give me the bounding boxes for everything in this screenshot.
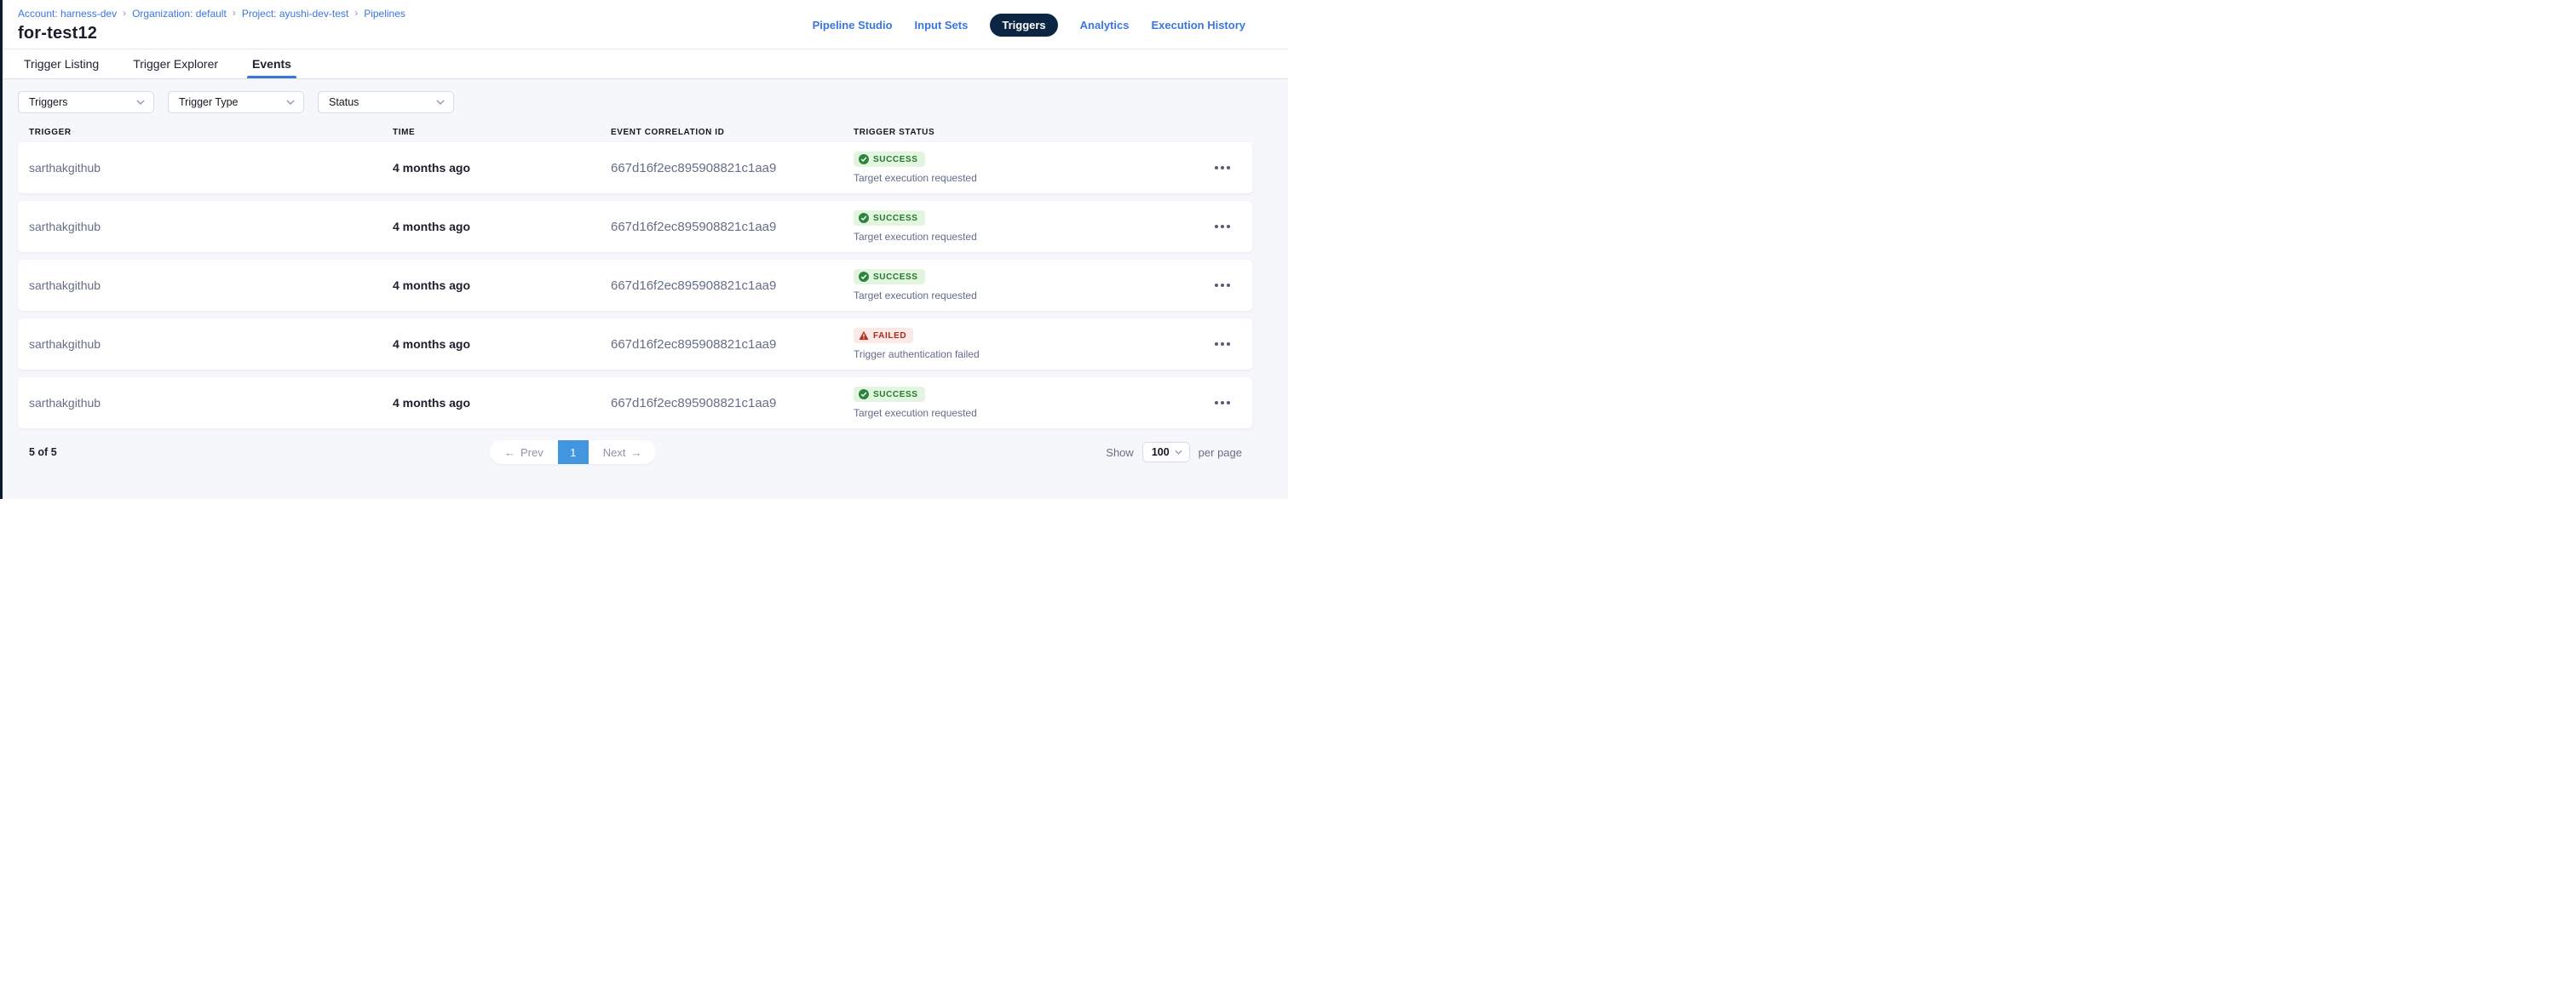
result-count: 5 of 5 — [29, 446, 57, 458]
nav-item-triggers[interactable]: Triggers — [990, 14, 1057, 37]
status-badge: FAILED — [854, 328, 913, 343]
page-number-button[interactable]: 1 — [558, 440, 589, 464]
pipeline-top-nav: Pipeline Studio Input Sets Triggers Anal… — [813, 14, 1245, 37]
check-circle-icon — [859, 389, 869, 399]
table-row: sarthakgithub 4 months ago 667d16f2ec895… — [18, 142, 1252, 193]
trigger-name: sarthakgithub — [29, 396, 393, 410]
status-label: SUCCESS — [873, 390, 918, 399]
tab-events[interactable]: Events — [252, 49, 291, 78]
page-size-control: Show 100 per page — [1106, 442, 1242, 462]
nav-item-execution-history[interactable]: Execution History — [1151, 19, 1245, 32]
tab-trigger-listing[interactable]: Trigger Listing — [24, 49, 99, 78]
event-correlation-id: 667d16f2ec895908821c1aa9 — [611, 396, 854, 410]
table-header-row: TRIGGER TIME EVENT CORRELATION ID TRIGGE… — [18, 128, 1252, 137]
status-badge: SUCCESS — [854, 210, 925, 226]
table-row: sarthakgithub 4 months ago 667d16f2ec895… — [18, 318, 1252, 370]
breadcrumb-link-organization[interactable]: Organization: default — [132, 8, 227, 20]
row-more-options-icon[interactable] — [1213, 220, 1232, 233]
per-page-label: per page — [1199, 446, 1242, 459]
event-time: 4 months ago — [393, 278, 611, 292]
nav-item-input-sets[interactable]: Input Sets — [915, 19, 969, 32]
trigger-tabs: Trigger Listing Trigger Explorer Events — [0, 49, 1288, 79]
status-label: SUCCESS — [873, 272, 918, 282]
column-header-time: TIME — [393, 128, 611, 137]
trigger-name: sarthakgithub — [29, 278, 393, 292]
pagination: ← Prev 1 Next → — [490, 440, 656, 464]
row-more-options-icon[interactable] — [1213, 278, 1232, 292]
breadcrumb-separator-icon: › — [123, 7, 126, 19]
trigger-status-cell: SUCCESS Target execution requested — [854, 210, 1201, 243]
trigger-name: sarthakgithub — [29, 220, 393, 233]
chevron-down-icon — [436, 100, 445, 105]
table-footer: 5 of 5 ← Prev 1 Next → Show 100 per page — [0, 440, 1288, 464]
status-message: Target execution requested — [854, 407, 977, 419]
events-content: Triggers Trigger Type Status TRIGGER TIM… — [0, 79, 1288, 499]
nav-item-pipeline-studio[interactable]: Pipeline Studio — [813, 19, 893, 32]
event-correlation-id: 667d16f2ec895908821c1aa9 — [611, 161, 854, 175]
breadcrumb-link-account[interactable]: Account: harness-dev — [18, 8, 117, 20]
breadcrumb-separator-icon: › — [233, 7, 236, 19]
status-message: Target execution requested — [854, 231, 977, 243]
table-row: sarthakgithub 4 months ago 667d16f2ec895… — [18, 201, 1252, 252]
event-time: 4 months ago — [393, 220, 611, 233]
breadcrumb-link-pipelines[interactable]: Pipelines — [364, 8, 405, 20]
event-correlation-id: 667d16f2ec895908821c1aa9 — [611, 278, 854, 293]
column-header-event-correlation-id: EVENT CORRELATION ID — [611, 128, 854, 137]
triggers-filter-label: Triggers — [29, 96, 67, 108]
status-label: FAILED — [873, 331, 906, 341]
chevron-down-icon — [136, 100, 145, 105]
row-more-options-icon[interactable] — [1213, 161, 1232, 175]
trigger-status-cell: SUCCESS Target execution requested — [854, 387, 1201, 419]
status-badge: SUCCESS — [854, 387, 925, 402]
status-message: Target execution requested — [854, 290, 977, 301]
triggers-filter-dropdown[interactable]: Triggers — [18, 91, 154, 113]
trigger-name: sarthakgithub — [29, 161, 393, 175]
filter-bar: Triggers Trigger Type Status — [0, 91, 1288, 113]
page-size-value: 100 — [1152, 446, 1170, 458]
chevron-down-icon — [286, 100, 295, 105]
event-correlation-id: 667d16f2ec895908821c1aa9 — [611, 220, 854, 234]
chevron-down-icon — [1175, 450, 1182, 455]
trigger-status-cell: FAILED Trigger authentication failed — [854, 328, 1201, 360]
status-label: SUCCESS — [873, 214, 918, 223]
arrow-right-icon: → — [630, 446, 641, 459]
show-label: Show — [1106, 446, 1134, 459]
event-time: 4 months ago — [393, 337, 611, 351]
trigger-type-filter-dropdown[interactable]: Trigger Type — [168, 91, 304, 113]
event-time: 4 months ago — [393, 396, 611, 410]
status-filter-label: Status — [329, 96, 359, 108]
breadcrumb-link-project[interactable]: Project: ayushi-dev-test — [242, 8, 348, 20]
status-message: Target execution requested — [854, 172, 977, 184]
status-message: Trigger authentication failed — [854, 348, 980, 360]
nav-item-analytics[interactable]: Analytics — [1080, 19, 1130, 32]
arrow-left-icon: ← — [504, 446, 515, 459]
collapsed-side-nav-rail[interactable] — [0, 0, 3, 499]
trigger-status-cell: SUCCESS Target execution requested — [854, 269, 1201, 301]
row-more-options-icon[interactable] — [1213, 337, 1232, 351]
page-size-dropdown[interactable]: 100 — [1142, 442, 1190, 462]
table-row: sarthakgithub 4 months ago 667d16f2ec895… — [18, 260, 1252, 311]
status-badge: SUCCESS — [854, 152, 925, 167]
status-label: SUCCESS — [873, 155, 918, 164]
status-filter-dropdown[interactable]: Status — [318, 91, 454, 113]
trigger-type-filter-label: Trigger Type — [179, 96, 238, 108]
tab-trigger-explorer[interactable]: Trigger Explorer — [133, 49, 218, 78]
check-circle-icon — [859, 272, 869, 282]
table-row: sarthakgithub 4 months ago 667d16f2ec895… — [18, 377, 1252, 428]
column-header-trigger-status: TRIGGER STATUS — [854, 128, 1201, 137]
trigger-name: sarthakgithub — [29, 337, 393, 351]
row-more-options-icon[interactable] — [1213, 396, 1232, 410]
prev-page-button[interactable]: ← Prev — [490, 440, 558, 464]
column-header-trigger: TRIGGER — [29, 128, 393, 137]
check-circle-icon — [859, 154, 869, 164]
warning-icon — [859, 330, 869, 341]
event-correlation-id: 667d16f2ec895908821c1aa9 — [611, 337, 854, 352]
page-header: Account: harness-dev › Organization: def… — [0, 0, 1288, 49]
next-page-button[interactable]: Next → — [589, 440, 657, 464]
trigger-status-cell: SUCCESS Target execution requested — [854, 152, 1201, 184]
event-time: 4 months ago — [393, 161, 611, 175]
check-circle-icon — [859, 213, 869, 223]
breadcrumb-separator-icon: › — [354, 7, 358, 19]
status-badge: SUCCESS — [854, 269, 925, 284]
